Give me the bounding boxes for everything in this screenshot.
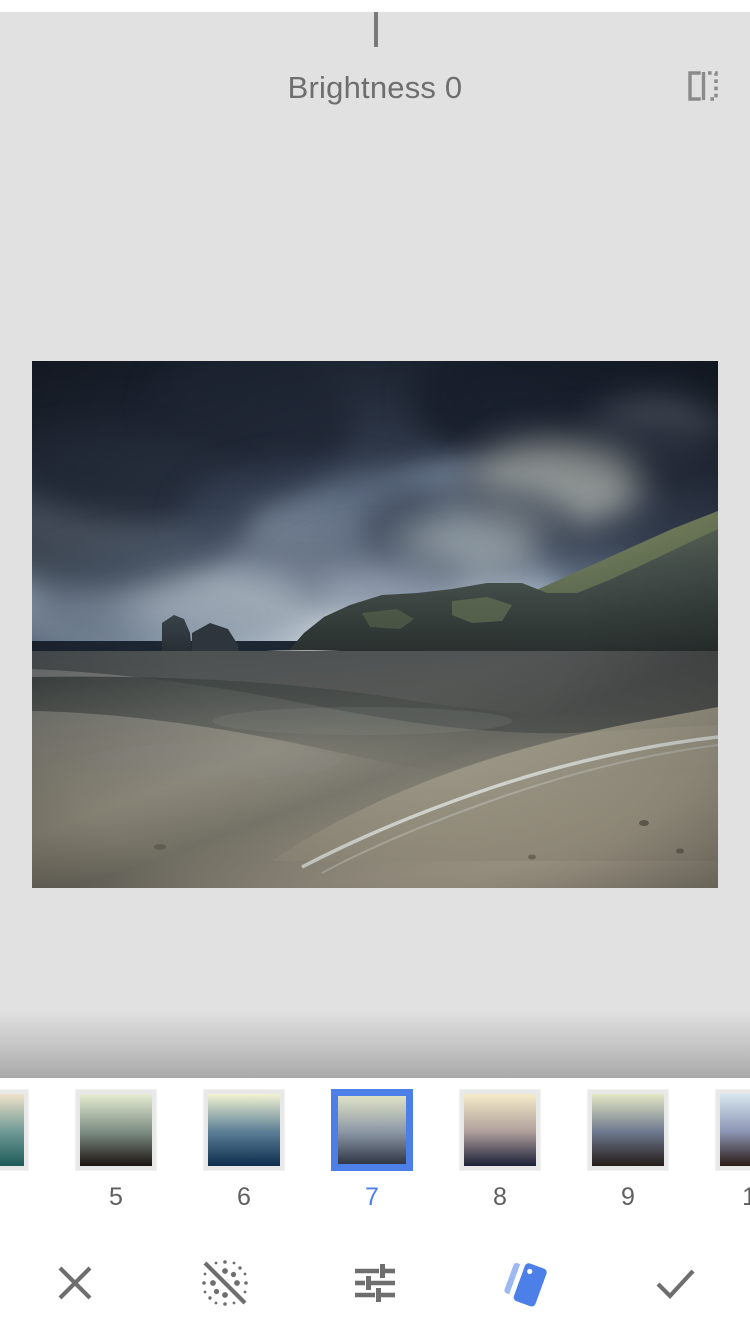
filter-thumbnail-frame: [327, 1085, 417, 1175]
grain-button[interactable]: [170, 1236, 280, 1334]
bottom-toolbar: [0, 1236, 750, 1334]
filter-thumbnail-frame: [588, 1090, 668, 1170]
status-bar: [0, 0, 750, 12]
filter-thumbnail-swatch: [720, 1094, 750, 1166]
photo-image: [32, 361, 718, 888]
filter-thumbnail[interactable]: 5: [66, 1090, 166, 1230]
close-x-icon: [47, 1255, 103, 1316]
filter-thumbnail-label: 6: [237, 1183, 251, 1211]
brightness-slider-indicator[interactable]: [374, 12, 378, 47]
cancel-button[interactable]: [20, 1236, 130, 1334]
compare-before-after-icon: [682, 66, 722, 111]
filter-thumbnail-frame: [0, 1090, 28, 1170]
filters-button[interactable]: [470, 1236, 580, 1334]
filter-thumbnail[interactable]: 6: [194, 1090, 294, 1230]
tune-button[interactable]: [320, 1236, 430, 1334]
filter-thumbnail[interactable]: 4: [0, 1090, 38, 1230]
filter-thumbnail-label: 7: [365, 1183, 379, 1211]
filter-thumbnail-frame: [76, 1090, 156, 1170]
check-icon: [646, 1254, 704, 1317]
filter-thumbnail-frame: [460, 1090, 540, 1170]
tune-sliders-icon: [347, 1255, 403, 1316]
filter-stack-icon: [496, 1254, 554, 1317]
filter-thumbnail-label: 8: [493, 1183, 507, 1211]
filter-filmstrip[interactable]: 4 5 6 7 8 9 10: [0, 1078, 750, 1236]
photo-preview[interactable]: [32, 361, 718, 888]
filter-thumbnail-swatch: [208, 1094, 280, 1166]
grain-off-icon: [196, 1254, 254, 1317]
filter-thumbnail[interactable]: 10: [706, 1090, 750, 1230]
filter-thumbnail-label: 5: [109, 1183, 123, 1211]
filter-thumbnail-label: 9: [621, 1183, 635, 1211]
filter-thumbnail-swatch: [80, 1094, 152, 1166]
filter-thumbnail-swatch: [0, 1094, 24, 1166]
filter-thumbnail-frame: [204, 1090, 284, 1170]
confirm-button[interactable]: [620, 1236, 730, 1334]
filter-thumbnail-label: 10: [742, 1183, 750, 1211]
photo-wetsand-layer: [32, 651, 718, 874]
filter-thumbnail[interactable]: 8: [450, 1090, 550, 1230]
filter-thumbnail[interactable]: 7: [322, 1085, 422, 1230]
editor-header: Brightness 0: [0, 58, 750, 118]
editor-canvas[interactable]: Brightness 0: [0, 12, 750, 1078]
filter-thumbnail-label: 4: [0, 1185, 38, 1210]
compare-before-after-button[interactable]: [676, 64, 728, 112]
filter-thumbnail-swatch: [592, 1094, 664, 1166]
adjustment-title: Brightness 0: [287, 70, 463, 105]
photo-editor-screen: Brightness 0 5 6 7 8 9 1: [0, 0, 750, 1334]
filter-thumbnail[interactable]: 9: [578, 1090, 678, 1230]
filter-thumbnail-swatch: [464, 1094, 536, 1166]
filter-thumbnail-swatch: [331, 1089, 413, 1171]
filter-thumbnail-frame: [716, 1090, 750, 1170]
